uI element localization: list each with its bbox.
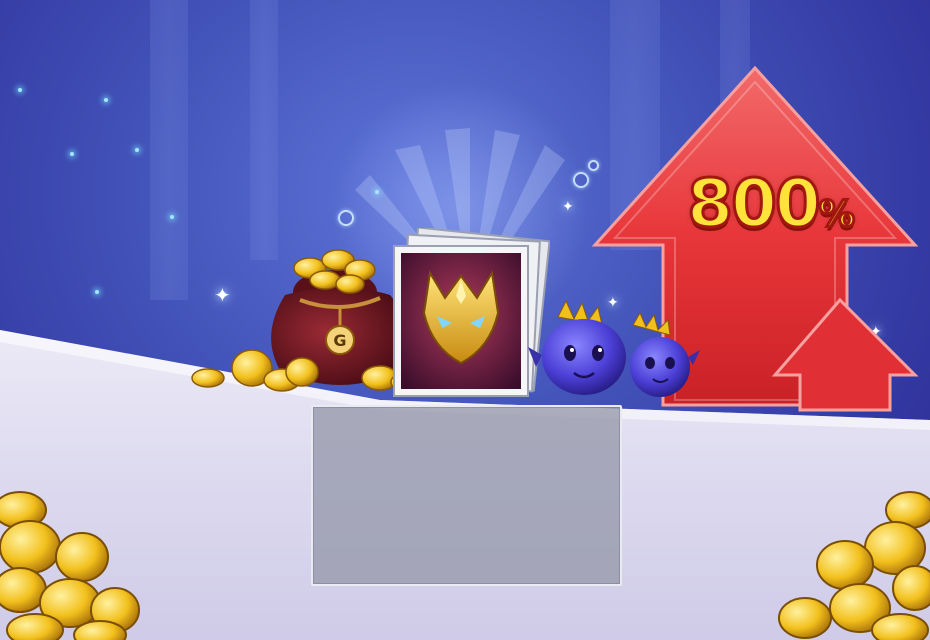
golden-mask-card-icon bbox=[393, 228, 550, 397]
bag-emblem: G bbox=[333, 331, 346, 350]
content-placeholder-box bbox=[311, 405, 622, 586]
money-bag-icon: G bbox=[191, 249, 420, 392]
multiplier-unit: % bbox=[817, 193, 856, 237]
purple-slime-icon bbox=[528, 299, 700, 397]
gold-coin-pile-icon bbox=[0, 491, 140, 640]
gold-coin-pile-icon bbox=[778, 491, 930, 640]
multiplier-label: 800% bbox=[666, 164, 876, 244]
multiplier-value: 800 bbox=[686, 164, 823, 244]
promo-banner-scene: ✦ ✦ ✦ ✦ 800% G bbox=[0, 0, 930, 640]
